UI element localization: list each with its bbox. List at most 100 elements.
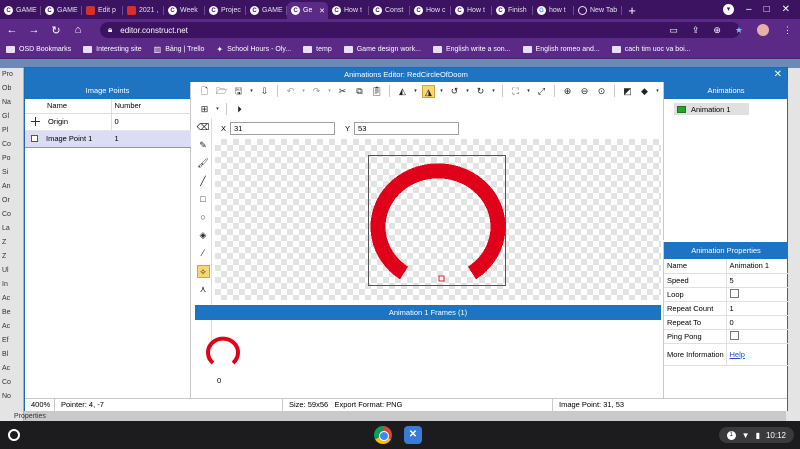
- open-folder-icon[interactable]: 🗁︎: [215, 85, 228, 98]
- export-icon[interactable]: ⇩: [258, 85, 271, 98]
- grid-icon[interactable]: ⊞: [198, 103, 211, 116]
- x-coordinate-input[interactable]: [230, 122, 336, 135]
- layers-icon[interactable]: ◆: [638, 85, 651, 98]
- browser-tab[interactable]: C How t: [328, 2, 369, 19]
- browser-tab[interactable]: C GAME: [41, 2, 82, 19]
- browser-tab[interactable]: Edit p: [82, 2, 123, 19]
- browser-tab[interactable]: 2021 ,: [123, 2, 164, 19]
- property-value[interactable]: 0: [725, 315, 789, 330]
- bookmark-item[interactable]: temp: [303, 46, 332, 53]
- browser-tab[interactable]: C Week: [164, 2, 205, 19]
- color-picker-icon[interactable]: ⁄: [197, 247, 210, 260]
- image-point-tool-icon[interactable]: ✧: [196, 265, 210, 278]
- color-icon[interactable]: ◩: [621, 85, 634, 98]
- zoom-out-icon[interactable]: ⊖: [578, 85, 591, 98]
- close-tab-icon[interactable]: ✕: [319, 7, 325, 15]
- image-canvas[interactable]: [215, 139, 661, 300]
- bookmark-item[interactable]: OSD Bookmarks: [6, 46, 71, 53]
- close-window-icon[interactable]: ✕: [782, 4, 790, 15]
- crop-dropdown-icon[interactable]: ▾: [526, 85, 531, 98]
- brush-icon[interactable]: 🖌︎: [197, 157, 210, 170]
- new-tab-button[interactable]: +: [622, 2, 642, 19]
- browser-tab[interactable]: C GAME: [0, 2, 41, 19]
- undo-dropdown-icon[interactable]: ▾: [301, 85, 306, 98]
- flip-horizontal-icon[interactable]: ◭: [396, 85, 409, 98]
- rotate-ccw-icon[interactable]: ↺: [448, 85, 461, 98]
- pencil-icon[interactable]: ✎: [197, 139, 210, 152]
- rotate-cw-dropdown-icon[interactable]: ▾: [491, 85, 496, 98]
- property-value[interactable]: 5: [725, 273, 789, 288]
- zoom-in-icon[interactable]: ⊕: [561, 85, 574, 98]
- layers-dropdown-icon[interactable]: ▾: [655, 85, 660, 98]
- cast-icon[interactable]: ▭: [669, 25, 678, 36]
- image-point-row[interactable]: Image Point 1 1: [25, 129, 191, 148]
- sprite-frame[interactable]: [368, 155, 506, 286]
- redo-dropdown-icon[interactable]: ▾: [327, 85, 332, 98]
- browser-tab[interactable]: New Tab: [574, 2, 622, 19]
- browser-tab[interactable]: C How t: [451, 2, 492, 19]
- redo-icon[interactable]: ↷: [310, 85, 323, 98]
- zoom-fit-icon[interactable]: ⊙: [595, 85, 608, 98]
- bookmark-item[interactable]: Game design work...: [343, 46, 421, 53]
- line-icon[interactable]: ╱: [197, 175, 210, 188]
- address-bar[interactable]: 🔒︎ editor.construct.net: [100, 22, 740, 38]
- chrome-app-icon[interactable]: [374, 426, 392, 444]
- bookmark-item[interactable]: English write a son...: [432, 46, 511, 53]
- rectangle-icon[interactable]: □: [197, 193, 210, 206]
- image-point-row[interactable]: Origin 0: [25, 113, 191, 131]
- tab-search-icon[interactable]: ▾: [723, 4, 734, 15]
- browser-tab[interactable]: Ghow t: [533, 2, 574, 19]
- resize-icon[interactable]: ⤢: [535, 85, 548, 98]
- bookmark-item[interactable]: Interesting site: [83, 46, 142, 53]
- bookmark-item[interactable]: ✦ School Hours - Oly...: [216, 45, 291, 54]
- property-value[interactable]: Animation 1: [725, 259, 789, 274]
- help-link[interactable]: Help: [730, 350, 745, 359]
- collision-polygon-icon[interactable]: ⋏: [197, 283, 210, 296]
- back-icon[interactable]: ←: [6, 24, 18, 36]
- flip-vertical-icon[interactable]: ◮: [422, 84, 435, 98]
- reload-icon[interactable]: ↻: [50, 24, 62, 37]
- flip-dropdown-icon[interactable]: ▾: [413, 85, 418, 98]
- column-header-number[interactable]: Number: [110, 99, 191, 114]
- fill-bucket-icon[interactable]: ◈: [197, 229, 210, 242]
- paste-icon[interactable]: 📋︎: [370, 85, 383, 98]
- browser-tab[interactable]: C Finish: [492, 2, 533, 19]
- share-icon[interactable]: ⇪: [692, 25, 700, 36]
- new-file-icon[interactable]: 🗋︎: [198, 85, 211, 98]
- browser-tab[interactable]: C Ge ✕: [287, 2, 328, 19]
- frame-thumbnail[interactable]: [205, 332, 241, 368]
- rotate-cw-icon[interactable]: ↻: [474, 85, 487, 98]
- crop-icon[interactable]: ⛶: [509, 85, 522, 98]
- bookmark-star-icon[interactable]: ★: [735, 25, 743, 36]
- menu-icon[interactable]: ⋮: [783, 25, 792, 36]
- save-dropdown-icon[interactable]: ▾: [249, 85, 254, 98]
- lock-icon[interactable]: 🔒︎: [108, 25, 112, 35]
- launcher-icon[interactable]: [8, 429, 20, 441]
- column-header-name[interactable]: Name: [25, 99, 111, 114]
- flip-vertical-dropdown-icon[interactable]: ▾: [439, 85, 444, 98]
- animation-list-item[interactable]: Animation 1: [674, 103, 749, 115]
- grid-dropdown-icon[interactable]: ▾: [215, 103, 220, 116]
- rotate-ccw-dropdown-icon[interactable]: ▾: [465, 85, 470, 98]
- browser-tab[interactable]: C How c: [410, 2, 451, 19]
- y-coordinate-input[interactable]: [354, 122, 460, 135]
- play-preview-icon[interactable]: ⏵: [233, 103, 246, 116]
- ellipse-icon[interactable]: ○: [197, 211, 210, 224]
- property-value[interactable]: 1: [725, 301, 789, 316]
- minimize-icon[interactable]: –: [746, 4, 752, 15]
- eraser-icon[interactable]: ⌫: [197, 121, 210, 134]
- system-tray[interactable]: 1 ▼ ▮ 10:12: [718, 427, 794, 443]
- save-icon[interactable]: 🖫︎: [232, 85, 245, 98]
- forward-icon[interactable]: →: [28, 24, 40, 36]
- browser-tab[interactable]: C GAME: [246, 2, 287, 19]
- bookmark-item[interactable]: English romeo and...: [522, 46, 600, 53]
- home-icon[interactable]: ⌂: [72, 24, 84, 36]
- app-icon[interactable]: ✕: [404, 426, 422, 444]
- bookmark-item[interactable]: cach tim uoc va boi...: [611, 46, 691, 53]
- zoom-icon[interactable]: ⊕: [713, 25, 721, 36]
- cut-icon[interactable]: ✂: [336, 85, 349, 98]
- maximize-icon[interactable]: □: [764, 4, 770, 15]
- property-checkbox[interactable]: [729, 288, 739, 298]
- browser-tab[interactable]: C Projec: [205, 2, 246, 19]
- browser-tab[interactable]: C Const: [369, 2, 410, 19]
